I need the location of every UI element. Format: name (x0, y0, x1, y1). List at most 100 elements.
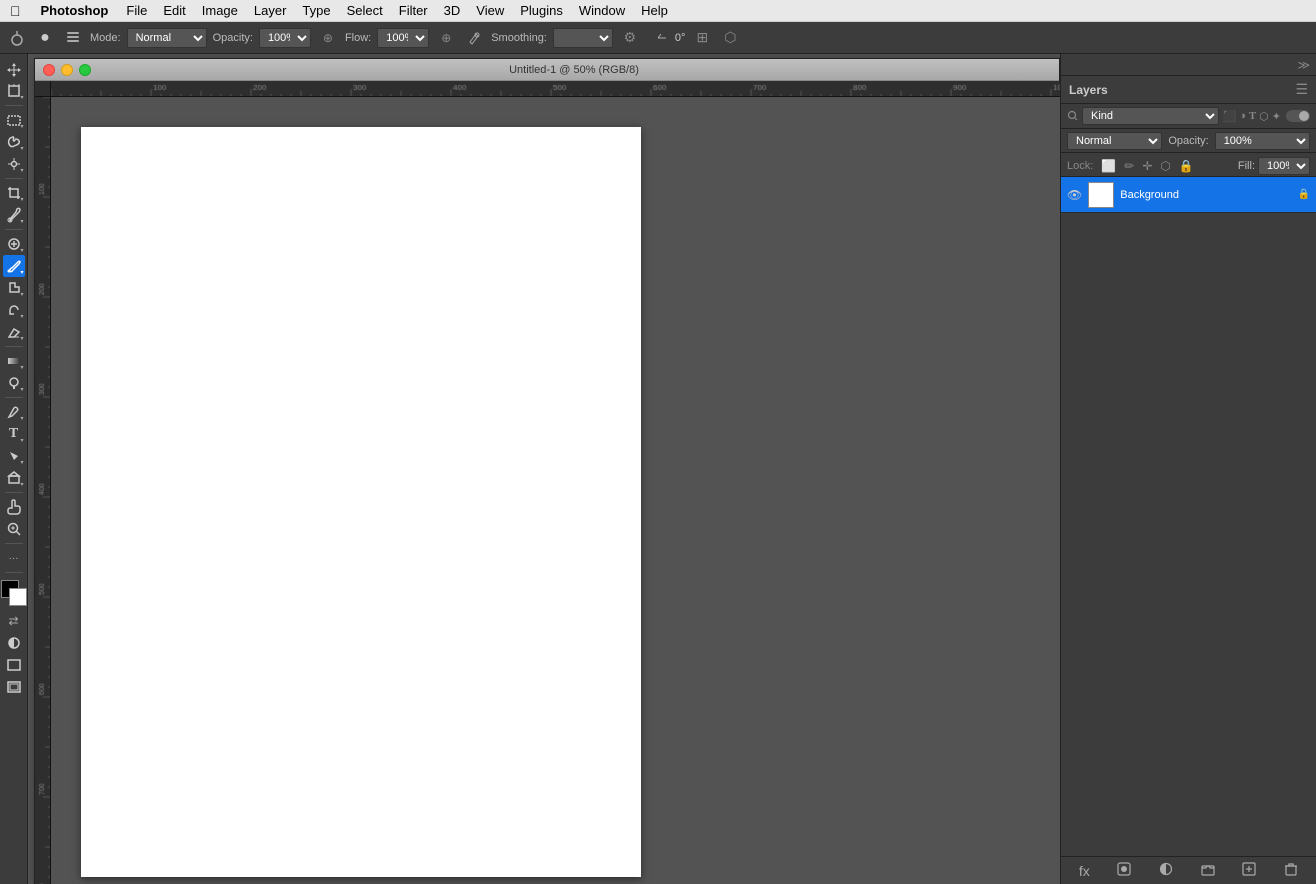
extra-settings-btn[interactable]: ⬡ (719, 27, 741, 49)
layer-visibility-btn[interactable]: 👁 (1067, 188, 1082, 202)
menu-view[interactable]: View (468, 3, 512, 18)
lasso-tool[interactable]: ▾ (3, 131, 25, 153)
apple-menu[interactable]:  (0, 3, 31, 19)
mode-select[interactable]: Normal (127, 28, 207, 48)
add-fx-btn[interactable]: fx (1079, 863, 1090, 879)
layers-list: 👁 Background 🔒 (1061, 177, 1316, 856)
fill-label: Fill: (1238, 160, 1255, 172)
switch-colors-btn[interactable]: ⇄ (3, 610, 25, 632)
new-group-btn[interactable] (1201, 862, 1215, 879)
layers-filter-kind[interactable]: Kind (1082, 107, 1219, 125)
airbrush-btn[interactable] (463, 27, 485, 49)
lock-label: Lock: (1067, 160, 1093, 172)
artboard-tool[interactable]: ▾ (3, 80, 25, 102)
frame-tool[interactable] (3, 676, 25, 698)
menu-image[interactable]: Image (194, 3, 246, 18)
quick-mask-btn[interactable] (3, 632, 25, 654)
menu-bar:  Photoshop File Edit Image Layer Type S… (0, 0, 1316, 22)
canvas-scroll-area[interactable] (51, 97, 1060, 884)
hand-tool[interactable] (3, 496, 25, 518)
lock-transparent-btn[interactable]: ⬜ (1101, 159, 1116, 173)
blend-mode-select[interactable]: Normal (1067, 132, 1162, 150)
layers-blend-row: Normal Opacity: 100% (1061, 129, 1316, 153)
healing-brush-tool[interactable]: ▾ (3, 233, 25, 255)
pen-tool[interactable]: ▾ (3, 401, 25, 423)
symmetry-btn[interactable]: ⊞ (691, 27, 713, 49)
window-maximize-btn[interactable] (79, 64, 91, 76)
magic-wand-tool[interactable]: ▾ (3, 153, 25, 175)
background-color[interactable] (9, 588, 27, 606)
flow-select[interactable]: 100% (377, 28, 429, 48)
clone-stamp-tool[interactable]: ▾ (3, 277, 25, 299)
layers-header: Layers ☰ (1061, 76, 1316, 104)
layer-item-background[interactable]: 👁 Background 🔒 (1061, 177, 1316, 213)
dodge-tool[interactable]: ▾ (3, 372, 25, 394)
fill-select[interactable]: 100% (1258, 157, 1310, 175)
zoom-tool[interactable] (3, 518, 25, 540)
more-tools-btn[interactable]: ··· (3, 547, 25, 569)
ruler-vertical (35, 97, 51, 884)
menu-edit[interactable]: Edit (155, 3, 193, 18)
menu-type[interactable]: Type (294, 3, 338, 18)
layer-thumbnail (1088, 182, 1114, 208)
smoothing-select[interactable] (553, 28, 613, 48)
screen-mode-btn[interactable] (3, 654, 25, 676)
filter-pixel-icon[interactable]: ⬛ (1222, 110, 1236, 123)
new-layer-btn[interactable] (1242, 862, 1256, 879)
filter-shape-icon[interactable]: ⬡ (1259, 110, 1269, 123)
shape-tool[interactable]: ▾ (3, 467, 25, 489)
canvas-container: Untitled-1 @ 50% (RGB/8) (28, 54, 1060, 884)
layers-panel-menu-btn[interactable]: ☰ (1295, 81, 1308, 98)
brush-preset-btn[interactable]: ● (34, 27, 56, 49)
lock-image-btn[interactable]: ✏ (1124, 159, 1134, 173)
brush-tool[interactable]: ▾ (3, 255, 25, 277)
history-brush-tool[interactable]: ▾ (3, 299, 25, 321)
window-minimize-btn[interactable] (61, 64, 73, 76)
eraser-tool[interactable]: ▾ (3, 321, 25, 343)
filter-smart-icon[interactable]: ✦ (1272, 110, 1281, 123)
menu-window[interactable]: Window (571, 3, 633, 18)
filter-text-icon[interactable]: T (1249, 110, 1256, 122)
path-selection-tool[interactable]: ▾ (3, 445, 25, 467)
options-bar: ● Mode: Normal Opacity: 100% ⊕ Flow: 100… (0, 22, 1316, 54)
menu-select[interactable]: Select (339, 3, 391, 18)
gradient-tool[interactable]: ▾ (3, 350, 25, 372)
delete-layer-btn[interactable] (1284, 862, 1298, 879)
type-tool[interactable]: T ▾ (3, 423, 25, 445)
mode-label: Mode: (90, 32, 121, 44)
menu-layer[interactable]: Layer (246, 3, 295, 18)
tool-preset-picker[interactable] (6, 27, 28, 49)
flow-label: Flow: (345, 32, 371, 44)
layer-opacity-select[interactable]: 100% (1215, 132, 1310, 150)
add-mask-btn[interactable] (1117, 862, 1131, 879)
right-panel: ≫ Layers ☰ Kind ⬛ ◑ T ⬡ ✦ (1060, 54, 1316, 884)
move-tool[interactable] (3, 58, 25, 80)
lock-artboard-btn[interactable]: ⬡ (1160, 159, 1170, 173)
menu-3d[interactable]: 3D (436, 3, 469, 18)
eyedropper-tool[interactable]: ▾ (3, 204, 25, 226)
crop-tool[interactable]: ▾ (3, 182, 25, 204)
opacity-pressure-btn[interactable]: ⊕ (317, 27, 339, 49)
layer-lock-icon: 🔒 (1298, 189, 1310, 200)
panel-collapse-btn[interactable]: ≫ (1297, 58, 1310, 72)
layers-bottom-toolbar: fx (1061, 856, 1316, 884)
filter-toggle[interactable] (1286, 110, 1310, 122)
smoothing-label: Smoothing: (491, 32, 547, 44)
angle-btn[interactable] (647, 27, 669, 49)
brush-settings-btn[interactable] (62, 27, 84, 49)
menu-plugins[interactable]: Plugins (512, 3, 571, 18)
marquee-rect-tool[interactable]: ▾ (3, 109, 25, 131)
smoothing-settings-btn[interactable]: ⚙ (619, 27, 641, 49)
menu-file[interactable]: File (118, 3, 155, 18)
filter-adj-icon[interactable]: ◑ (1239, 110, 1246, 122)
new-fill-adj-layer-btn[interactable] (1159, 862, 1173, 879)
window-close-btn[interactable] (43, 64, 55, 76)
menu-help[interactable]: Help (633, 3, 676, 18)
flow-pressure-btn[interactable]: ⊕ (435, 27, 457, 49)
layers-panel: Layers ☰ Kind ⬛ ◑ T ⬡ ✦ (1061, 76, 1316, 884)
layer-name-label: Background (1120, 189, 1291, 201)
opacity-select[interactable]: 100% (259, 28, 311, 48)
menu-filter[interactable]: Filter (391, 3, 436, 18)
lock-position-btn[interactable]: ✛ (1142, 159, 1152, 173)
lock-all-btn[interactable]: 🔒 (1179, 159, 1194, 173)
